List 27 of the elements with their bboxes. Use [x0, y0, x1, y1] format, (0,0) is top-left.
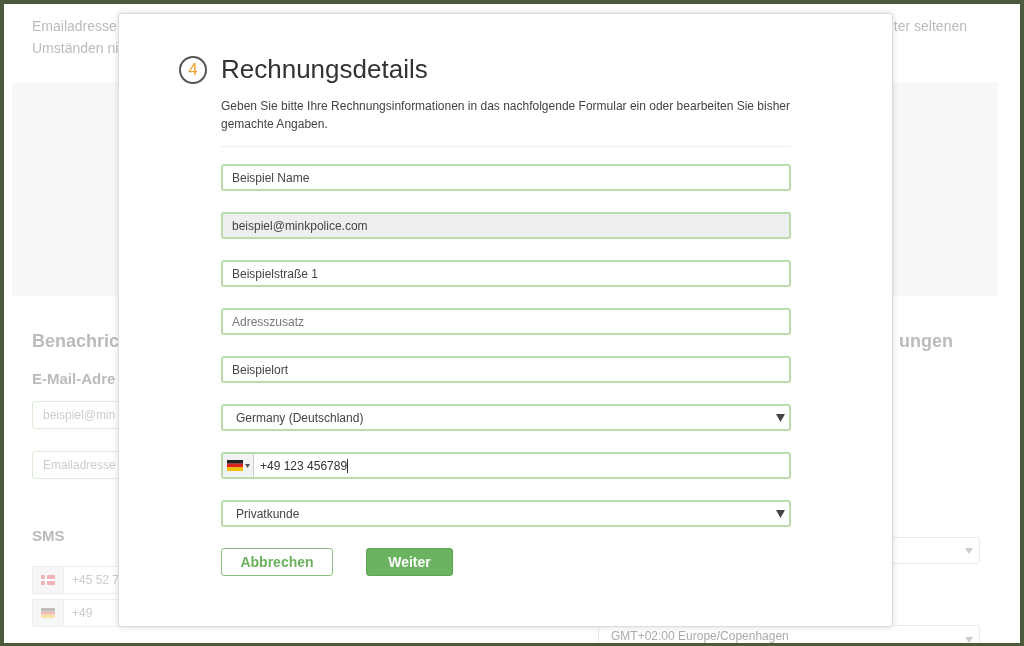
- intro-text: ter seltenen: [893, 17, 967, 36]
- input-field[interactable]: Adresszusatz: [221, 308, 791, 335]
- caret-icon: [244, 463, 250, 468]
- flag-icon: [41, 575, 55, 585]
- text-cursor: [347, 458, 349, 473]
- caret-icon: [965, 637, 973, 643]
- dialog-title: Rechnungsdetails: [221, 54, 428, 85]
- flag-icon: [41, 608, 55, 618]
- caret-icon: [776, 413, 785, 422]
- input-field[interactable]: Beispielort: [221, 356, 791, 383]
- input-field[interactable]: Beispiel Name: [221, 164, 791, 191]
- select-field[interactable]: Privatkunde: [221, 500, 791, 527]
- intro-text: Emailadresse: [32, 17, 118, 36]
- section-heading: ungen: [899, 331, 953, 352]
- sms-label: SMS: [32, 527, 65, 544]
- select-field[interactable]: Germany (Deutschland): [221, 404, 791, 431]
- caret-icon: [776, 509, 785, 518]
- phone-field[interactable]: +49 123 456789: [221, 452, 791, 479]
- flag-icon: [226, 460, 243, 471]
- step-number: 4: [179, 55, 207, 84]
- intro-text: Umständen ni: [32, 39, 119, 58]
- dialog-description: Geben Sie bitte Ihre Rechnungsinformationen in das nachfolgende Formular ein oder bearbeiten Sie bisher gemachte Angaben.: [221, 98, 791, 133]
- section-heading: Benachric: [32, 331, 120, 352]
- caret-icon: [965, 547, 973, 554]
- country-picker[interactable]: [223, 454, 254, 477]
- section-subheading: E-Mail-Adre: [32, 370, 116, 387]
- input-field[interactable]: Beispielstraße 1: [221, 260, 791, 287]
